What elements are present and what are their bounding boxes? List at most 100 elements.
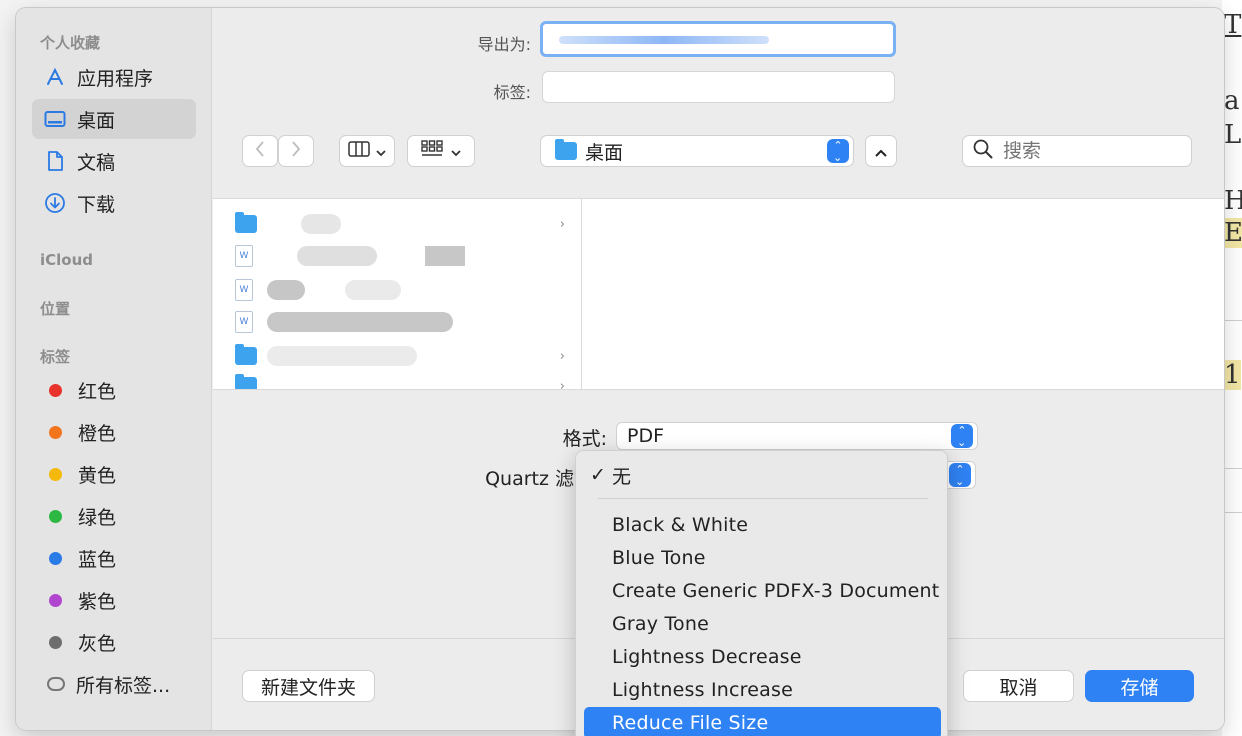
chevron-up-icon bbox=[875, 142, 887, 161]
file-column: › W W W › › bbox=[213, 199, 582, 389]
document-icon bbox=[44, 150, 66, 172]
folder-icon bbox=[235, 344, 257, 365]
folder-icon bbox=[235, 212, 257, 233]
updown-arrows-icon: ⌃ ⌃ bbox=[951, 424, 973, 448]
expand-collapse-button[interactable] bbox=[865, 135, 897, 167]
chevron-left-icon bbox=[255, 141, 265, 161]
file-browser: › W W W › › bbox=[213, 198, 1224, 390]
location-popup[interactable]: 桌面 ⌃ ⌃ bbox=[540, 135, 854, 167]
sidebar-tag-green[interactable]: 绿色 bbox=[32, 496, 196, 536]
sidebar-item-label: 桌面 bbox=[77, 109, 116, 132]
checkmark-icon: ✓ bbox=[590, 464, 607, 486]
word-document-icon: W bbox=[235, 279, 253, 301]
list-item[interactable]: W bbox=[235, 307, 565, 337]
list-item[interactable]: › bbox=[235, 209, 565, 239]
tag-dot-icon bbox=[49, 551, 62, 565]
locations-section-title[interactable]: 位置 bbox=[40, 298, 70, 319]
list-item[interactable]: W bbox=[235, 241, 565, 271]
sidebar-item-label: 下载 bbox=[77, 193, 116, 216]
all-tags-icon bbox=[47, 677, 65, 691]
download-icon bbox=[44, 192, 66, 214]
quartz-filter-label: Quartz 滤镜 bbox=[485, 468, 593, 490]
list-item[interactable]: W bbox=[235, 275, 565, 305]
word-document-icon: W bbox=[235, 245, 253, 267]
cancel-button[interactable]: 取消 bbox=[963, 670, 1074, 702]
search-icon bbox=[973, 139, 993, 163]
background-document: T a L H E 1 bbox=[1222, 0, 1242, 736]
tag-dot-icon bbox=[49, 383, 62, 397]
desktop-icon bbox=[44, 108, 66, 130]
search-field[interactable] bbox=[962, 135, 1192, 167]
menu-item[interactable]: Blue Tone bbox=[584, 542, 941, 574]
menu-item[interactable]: Black & White bbox=[584, 509, 941, 541]
redacted-filename bbox=[559, 36, 769, 44]
chevron-right-icon: › bbox=[559, 378, 565, 390]
sidebar-item-label: 所有标签... bbox=[76, 674, 171, 697]
group-button[interactable] bbox=[407, 135, 475, 167]
format-select[interactable]: PDF ⌃ ⌃ bbox=[616, 422, 978, 450]
menu-item[interactable]: Gray Tone bbox=[584, 608, 941, 640]
format-label: 格式: bbox=[562, 428, 607, 450]
sidebar-item-label: 橙色 bbox=[78, 422, 117, 445]
format-value: PDF bbox=[627, 425, 665, 447]
back-button[interactable] bbox=[242, 135, 278, 167]
search-input[interactable] bbox=[1003, 140, 1173, 162]
forward-button[interactable] bbox=[278, 135, 314, 167]
folder-icon bbox=[235, 374, 257, 389]
export-as-label: 导出为: bbox=[477, 35, 531, 54]
chevron-right-icon: › bbox=[559, 216, 565, 232]
new-folder-button[interactable]: 新建文件夹 bbox=[242, 670, 375, 702]
export-as-input[interactable] bbox=[540, 21, 896, 57]
sidebar-item-downloads[interactable]: 下载 bbox=[32, 183, 196, 223]
favorites-section-title: 个人收藏 bbox=[40, 34, 101, 52]
sidebar-item-label: 绿色 bbox=[78, 506, 117, 529]
tags-section-title[interactable]: 标签 bbox=[40, 346, 70, 367]
menu-item[interactable]: Lightness Increase bbox=[584, 674, 941, 706]
quartz-filter-menu: ✓ 无 Black & White Blue Tone Create Gener… bbox=[575, 450, 948, 736]
tags-label: 标签: bbox=[493, 83, 531, 102]
word-document-icon: W bbox=[235, 311, 253, 333]
sidebar-tag-red[interactable]: 红色 bbox=[32, 370, 196, 410]
chevron-right-icon: › bbox=[559, 348, 565, 364]
menu-separator bbox=[598, 498, 928, 499]
menu-item-highlighted[interactable]: Reduce File Size bbox=[584, 707, 941, 736]
tag-dot-icon bbox=[49, 593, 62, 607]
sidebar-tag-purple[interactable]: 紫色 bbox=[32, 580, 196, 620]
save-button[interactable]: 存储 bbox=[1085, 670, 1194, 702]
menu-item[interactable]: Create Generic PDFX-3 Document bbox=[584, 575, 941, 607]
sidebar-item-label: 灰色 bbox=[78, 632, 117, 655]
sidebar-tag-blue[interactable]: 蓝色 bbox=[32, 538, 196, 578]
menu-item-none[interactable]: ✓ 无 bbox=[584, 459, 941, 491]
location-label: 桌面 bbox=[585, 141, 624, 164]
folder-icon bbox=[555, 139, 577, 160]
sidebar-item-documents[interactable]: 文稿 bbox=[32, 141, 196, 181]
sidebar-item-applications[interactable]: 应用程序 bbox=[32, 57, 196, 97]
chevron-right-icon bbox=[291, 141, 301, 161]
updown-arrows-icon: ⌃ ⌃ bbox=[949, 463, 971, 487]
icloud-section-title[interactable]: iCloud bbox=[40, 251, 93, 269]
sidebar: 个人收藏 应用程序 桌面 文稿 下载 iCloud 位置 标签 红色 橙色 黄色… bbox=[16, 8, 212, 730]
view-mode-button[interactable] bbox=[339, 135, 395, 167]
tag-dot-icon bbox=[49, 467, 62, 481]
updown-arrows-icon: ⌃ ⌃ bbox=[827, 139, 849, 163]
sidebar-item-label: 红色 bbox=[78, 380, 117, 403]
tag-dot-icon bbox=[49, 509, 62, 523]
chevron-down-icon bbox=[451, 142, 461, 161]
chevron-down-icon bbox=[376, 142, 386, 161]
tag-dot-icon bbox=[49, 425, 62, 439]
sidebar-all-tags[interactable]: 所有标签... bbox=[32, 664, 196, 704]
sidebar-item-desktop[interactable]: 桌面 bbox=[32, 99, 196, 139]
sidebar-item-label: 应用程序 bbox=[77, 67, 154, 90]
sidebar-tag-yellow[interactable]: 黄色 bbox=[32, 454, 196, 494]
grid-icon bbox=[421, 140, 443, 162]
tags-input[interactable] bbox=[542, 71, 895, 103]
list-item[interactable]: › bbox=[235, 371, 565, 389]
sidebar-tag-orange[interactable]: 橙色 bbox=[32, 412, 196, 452]
columns-view-icon bbox=[348, 141, 370, 161]
sidebar-tag-gray[interactable]: 灰色 bbox=[32, 622, 196, 662]
menu-item[interactable]: Lightness Decrease bbox=[584, 641, 941, 673]
apps-icon bbox=[44, 66, 66, 88]
sidebar-item-label: 紫色 bbox=[78, 590, 117, 613]
list-item[interactable]: › bbox=[235, 341, 565, 371]
sidebar-item-label: 蓝色 bbox=[78, 548, 117, 571]
